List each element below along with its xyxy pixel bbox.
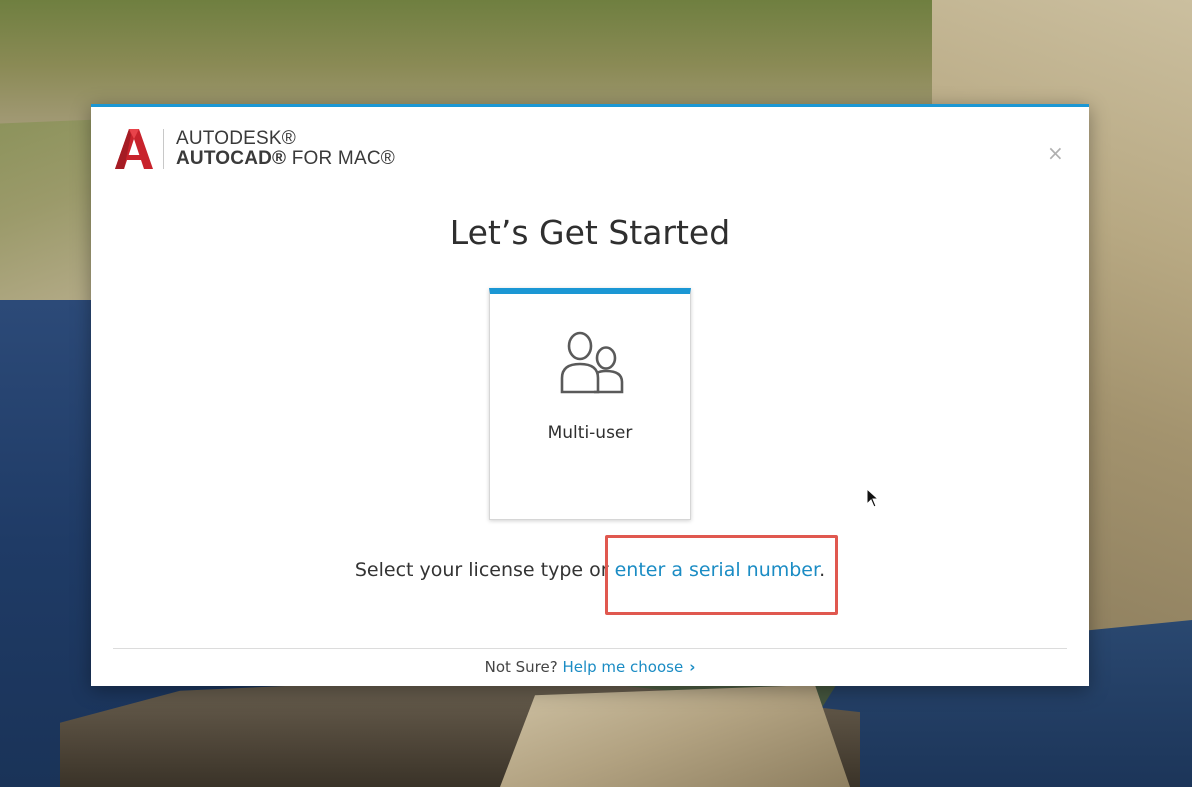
autocad-logo: AUTODESK® AUTOCAD® FOR MAC® xyxy=(113,127,395,171)
autocad-a-logo-icon xyxy=(115,129,153,169)
prompt-text: Select your license type or xyxy=(354,559,615,581)
close-icon[interactable]: × xyxy=(1047,143,1064,163)
logo-divider xyxy=(163,129,164,169)
license-dialog: AUTODESK® AUTOCAD® FOR MAC® × Let’s Get … xyxy=(91,104,1089,686)
serial-number-link[interactable]: enter a serial number xyxy=(615,559,819,581)
footer-divider xyxy=(113,648,1067,649)
help-me-choose-link[interactable]: Help me choose xyxy=(562,658,683,676)
logo-product-name: AUTOCAD® xyxy=(176,148,287,169)
prompt-period: . xyxy=(819,559,826,581)
page-title: Let’s Get Started xyxy=(449,213,731,252)
chevron-right-icon[interactable]: › xyxy=(689,658,695,676)
logo-product: AUTOCAD® FOR MAC® xyxy=(176,149,395,169)
license-prompt: Select your license type or enter a seri… xyxy=(91,559,1089,581)
logo-brand: AUTODESK® xyxy=(176,128,296,150)
footer: Not Sure? Help me choose › xyxy=(91,658,1089,676)
card-label: Multi-user xyxy=(547,423,633,443)
background-rock xyxy=(500,685,850,787)
logo-product-platform: FOR MAC® xyxy=(286,148,395,169)
logo-text: AUTODESK® AUTOCAD® FOR MAC® xyxy=(176,129,395,169)
multi-user-icon xyxy=(560,331,624,394)
footer-text: Not Sure? xyxy=(484,658,563,676)
mouse-cursor-icon xyxy=(866,488,880,508)
multi-user-card[interactable]: Multi-user xyxy=(489,288,691,520)
